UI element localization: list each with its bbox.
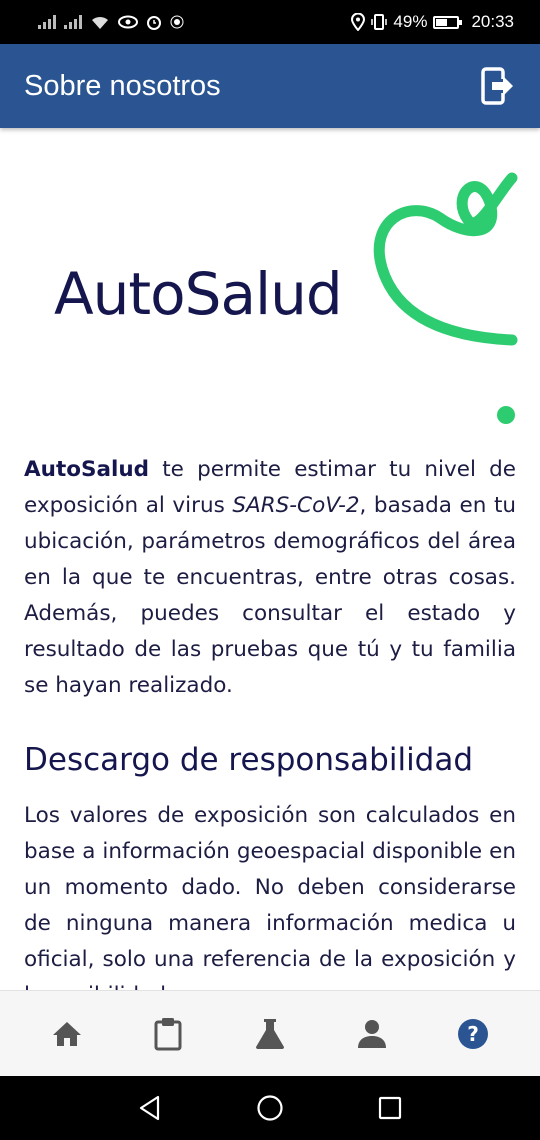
nav-home[interactable]: [37, 1004, 97, 1064]
battery-icon: [433, 15, 463, 29]
clock: 20:33: [471, 12, 514, 31]
logout-button[interactable]: [480, 66, 516, 106]
page-title: Sobre nosotros: [24, 69, 221, 102]
back-triangle-icon: [139, 1095, 160, 1121]
autosalud-logo: AutoSalud: [0, 130, 540, 430]
recents-square-icon: [378, 1096, 402, 1120]
status-bar: 49% 20:33: [0, 0, 540, 44]
logout-icon: [481, 67, 513, 105]
person-icon: [357, 1019, 386, 1048]
signal-icon: [38, 15, 56, 29]
home-system-button[interactable]: [250, 1088, 290, 1128]
help-icon: ?: [458, 1018, 489, 1049]
brand-name: AutoSalud: [24, 457, 150, 482]
battery-percent: 49%: [393, 12, 428, 31]
about-paragraph: AutoSalud te permite estimar tu nivel de…: [24, 452, 516, 704]
nav-tests[interactable]: [138, 1004, 198, 1064]
recents-button[interactable]: [370, 1088, 410, 1128]
clipboard-icon: [154, 1017, 182, 1050]
nav-lab[interactable]: [240, 1004, 300, 1064]
virus-name: SARS-CoV-2: [232, 493, 360, 518]
status-left-icons: [38, 14, 184, 30]
disclaimer-paragraph: Los valores de exposición son calculados…: [24, 803, 516, 990]
location-icon: [351, 13, 366, 31]
content-scroll[interactable]: AutoSalud AutoSalud te permite estimar t…: [0, 130, 540, 990]
bottom-navigation: ?: [0, 990, 540, 1076]
vibrate-icon: [371, 14, 388, 30]
nav-profile[interactable]: [342, 1004, 402, 1064]
eye-icon: [118, 15, 138, 29]
flask-icon: [255, 1018, 284, 1049]
svg-text:?: ?: [467, 1022, 479, 1046]
home-icon: [52, 1021, 81, 1046]
heart-swirl-logo-icon: [373, 172, 518, 424]
status-right-icons: 49% 20:33: [351, 12, 514, 32]
alarm-icon: [147, 16, 161, 30]
wifi-icon: [92, 16, 108, 29]
brightness-icon: [170, 15, 184, 29]
app-bar: Sobre nosotros: [0, 44, 540, 128]
nav-help[interactable]: ?: [443, 1004, 503, 1064]
about-text-b: , basada en tu ubicación, parámetros dem…: [24, 493, 516, 698]
back-button[interactable]: [130, 1088, 170, 1128]
home-circle-icon: [257, 1095, 283, 1121]
disclaimer-heading: Descargo de responsabilidad: [24, 742, 474, 778]
system-navigation-bar: [0, 1076, 540, 1140]
logo-text: AutoSalud: [54, 260, 343, 328]
signal-icon-2: [64, 15, 82, 29]
